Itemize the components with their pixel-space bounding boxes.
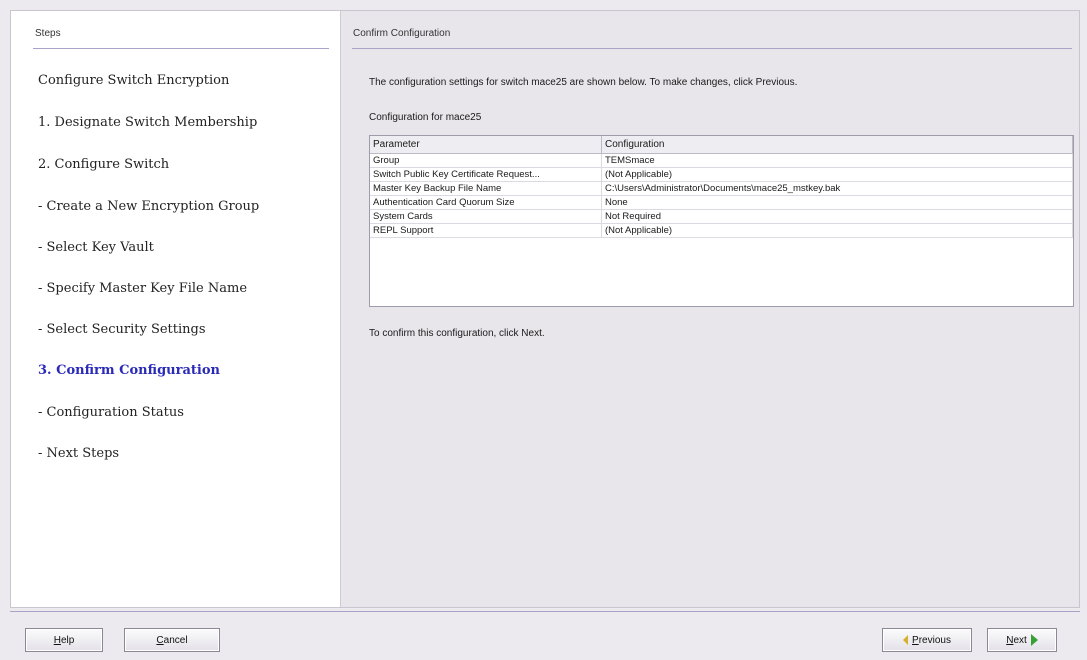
cell-parameter: System Cards: [370, 210, 602, 223]
table-row[interactable]: Switch Public Key Certificate Request...…: [370, 168, 1073, 182]
table-row[interactable]: REPL Support (Not Applicable): [370, 224, 1073, 238]
help-button-label: Help: [53, 634, 75, 646]
cell-parameter: Switch Public Key Certificate Request...: [370, 168, 602, 181]
cancel-button[interactable]: Cancel: [124, 628, 220, 652]
cell-parameter: Group: [370, 154, 602, 167]
content-header: Confirm Configuration: [353, 28, 451, 39]
confirm-text: To confirm this configuration, click Nex…: [369, 328, 545, 339]
table-row[interactable]: Authentication Card Quorum Size None: [370, 196, 1073, 210]
cell-configuration: C:\Users\Administrator\Documents\mace25_…: [602, 182, 1073, 195]
steps-panel: Steps Configure Switch Encryption 1. Des…: [11, 11, 341, 607]
step-configure-switch-encryption: Configure Switch Encryption: [38, 73, 230, 88]
step-select-key-vault: - Select Key Vault: [38, 240, 154, 255]
cell-configuration: Not Required: [602, 210, 1073, 223]
cancel-button-label: Cancel: [156, 634, 188, 646]
column-header-parameter[interactable]: Parameter: [370, 136, 602, 153]
content-divider: [352, 48, 1072, 49]
column-header-configuration[interactable]: Configuration: [602, 136, 1073, 153]
table-row[interactable]: Group TEMSmace: [370, 154, 1073, 168]
step-designate-switch-membership: 1. Designate Switch Membership: [38, 115, 258, 130]
cell-parameter: Master Key Backup File Name: [370, 182, 602, 195]
config-caption: Configuration for mace25: [369, 112, 482, 123]
previous-button[interactable]: Previous: [882, 628, 972, 652]
step-next-steps: - Next Steps: [38, 446, 120, 461]
cell-configuration: None: [602, 196, 1073, 209]
table-row[interactable]: System Cards Not Required: [370, 210, 1073, 224]
button-bar-divider: [10, 611, 1080, 612]
config-table[interactable]: Parameter Configuration Group TEMSmace S…: [369, 135, 1074, 307]
intro-text: The configuration settings for switch ma…: [369, 77, 798, 88]
previous-button-label: Previous: [912, 634, 951, 646]
step-configuration-status: - Configuration Status: [38, 405, 184, 420]
wizard-frame: Steps Configure Switch Encryption 1. Des…: [10, 10, 1080, 608]
step-configure-switch: 2. Configure Switch: [38, 157, 170, 172]
arrow-left-icon: [903, 635, 909, 645]
cell-configuration: (Not Applicable): [602, 168, 1073, 181]
next-button-label: Next: [1006, 634, 1027, 646]
cell-parameter: Authentication Card Quorum Size: [370, 196, 602, 209]
cell-configuration: TEMSmace: [602, 154, 1073, 167]
table-header: Parameter Configuration: [370, 136, 1073, 154]
steps-divider: [33, 48, 329, 49]
content-panel: Confirm Configuration The configuration …: [342, 11, 1079, 607]
help-button[interactable]: Help: [25, 628, 103, 652]
arrow-right-icon: [1030, 634, 1038, 646]
step-specify-master-key-file-name: - Specify Master Key File Name: [38, 281, 248, 296]
step-confirm-configuration: 3. Confirm Configuration: [38, 363, 220, 378]
cell-parameter: REPL Support: [370, 224, 602, 237]
next-button[interactable]: Next: [987, 628, 1057, 652]
steps-header: Steps: [35, 28, 61, 39]
step-select-security-settings: - Select Security Settings: [38, 322, 206, 337]
cell-configuration: (Not Applicable): [602, 224, 1073, 237]
table-row[interactable]: Master Key Backup File Name C:\Users\Adm…: [370, 182, 1073, 196]
step-create-encryption-group: - Create a New Encryption Group: [38, 199, 260, 214]
